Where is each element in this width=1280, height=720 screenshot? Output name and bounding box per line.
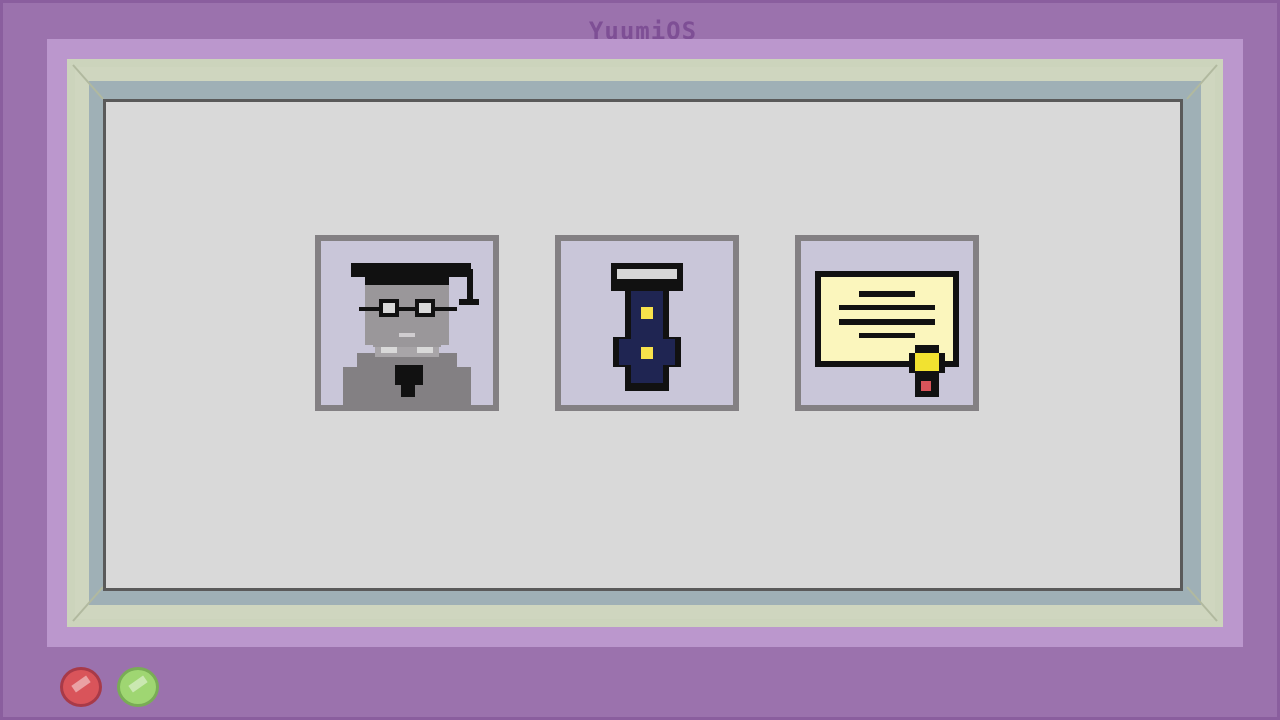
red-round-button[interactable]	[60, 667, 102, 707]
necktie-tile[interactable]	[555, 235, 739, 411]
necktie-icon	[611, 263, 683, 391]
diploma-tile[interactable]	[795, 235, 979, 411]
console-body: YuumiOS	[0, 0, 1280, 720]
graduate-portrait-icon	[343, 263, 479, 405]
graduate-tile[interactable]	[315, 235, 499, 411]
green-round-button[interactable]	[117, 667, 159, 707]
red-button-shine	[71, 675, 91, 693]
green-button-shine	[128, 675, 148, 693]
diploma-certificate-icon	[815, 271, 959, 397]
